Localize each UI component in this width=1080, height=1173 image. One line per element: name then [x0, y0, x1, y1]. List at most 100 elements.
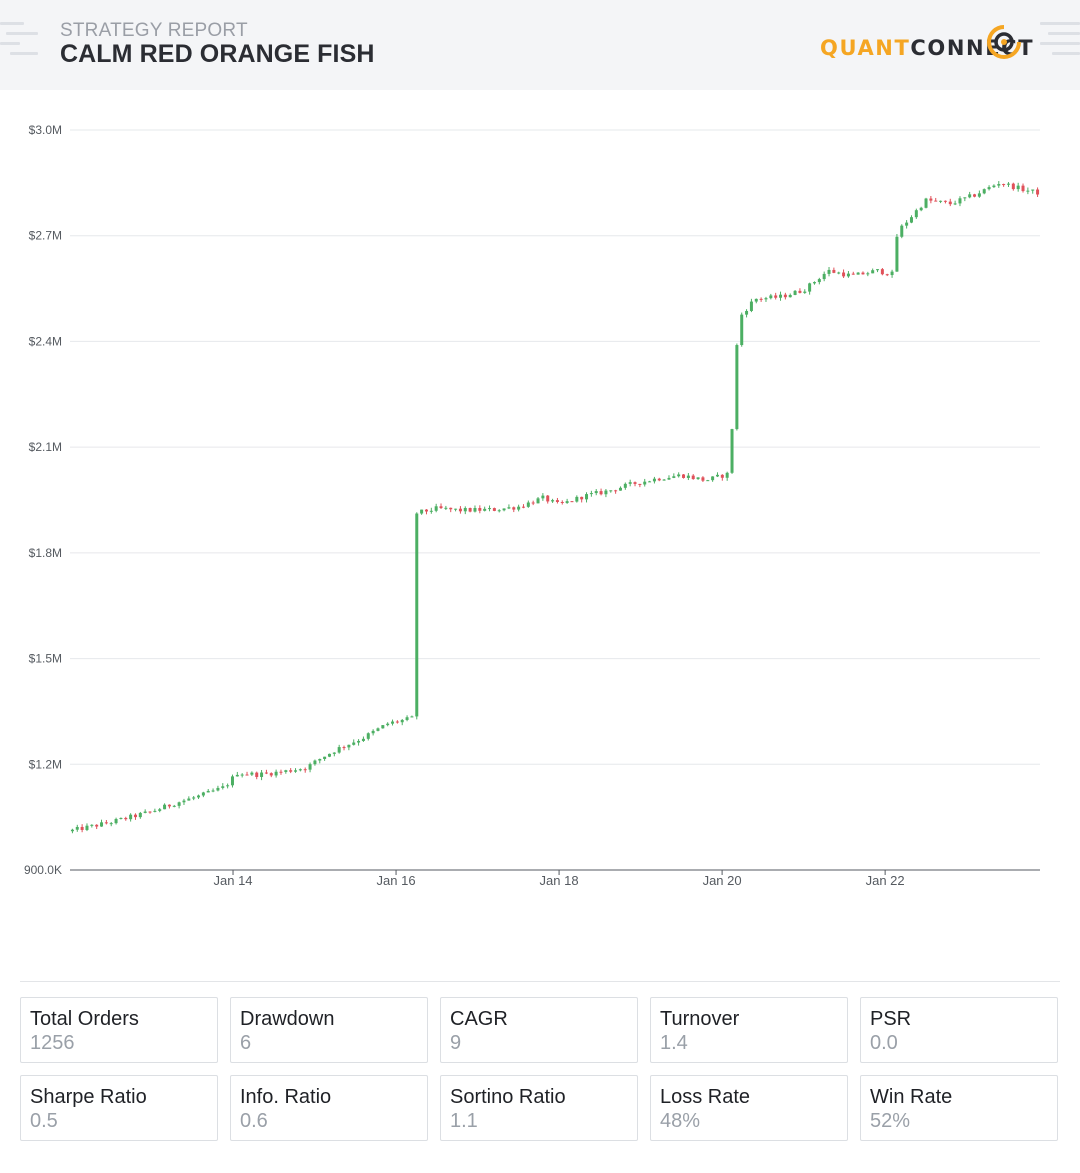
- candle-body: [832, 269, 836, 273]
- candle: [129, 813, 133, 822]
- candle-body: [662, 479, 666, 481]
- candle: [672, 473, 676, 479]
- candle: [483, 506, 487, 512]
- candle-body: [395, 721, 399, 723]
- candle: [497, 509, 501, 513]
- candle: [774, 292, 778, 300]
- candle-body: [715, 474, 719, 477]
- stat-label: Drawdown: [240, 1008, 335, 1030]
- candle-body: [468, 508, 472, 512]
- candle-body: [541, 495, 545, 499]
- candle: [521, 504, 525, 509]
- candle: [357, 739, 361, 746]
- chart-axes: 900.0K $1.2M $1.5M $1.8M $2.1M $2.4M $2.7M $3.0…: [24, 123, 1040, 888]
- candle-body: [104, 822, 108, 824]
- candle: [342, 745, 346, 751]
- candle-body: [434, 506, 438, 511]
- candle-body: [817, 279, 821, 283]
- candle-body: [235, 774, 239, 777]
- stat-value: 48%: [660, 1110, 701, 1132]
- stat-value: 1.4: [660, 1032, 688, 1054]
- candle: [905, 220, 909, 229]
- candle-body: [740, 314, 744, 346]
- candle-body: [939, 200, 943, 202]
- candle: [638, 483, 642, 488]
- candle-body: [754, 298, 758, 302]
- candle-body: [269, 773, 273, 776]
- candle-body: [997, 184, 1001, 186]
- candle: [745, 309, 749, 318]
- candle-body: [953, 203, 957, 205]
- candle-body: [327, 753, 331, 757]
- stat-label: Total Orders: [30, 1008, 139, 1030]
- stat-value: 1256: [30, 1032, 75, 1054]
- candle: [366, 732, 370, 741]
- candle: [851, 271, 855, 275]
- candle: [754, 298, 758, 304]
- stat-card: Loss Rate 48%: [650, 1075, 848, 1141]
- candle-body: [124, 817, 128, 820]
- candle-body: [109, 823, 113, 825]
- candle-body: [585, 494, 589, 500]
- candle: [555, 497, 559, 504]
- candle-body: [289, 770, 293, 772]
- candle-body: [657, 478, 661, 481]
- stat-label: Info. Ratio: [240, 1086, 332, 1108]
- y-tick-label: $2.4M: [29, 334, 62, 348]
- candle-body: [682, 474, 686, 478]
- candle: [846, 271, 850, 278]
- candle-body: [119, 817, 123, 819]
- candle: [255, 771, 259, 780]
- stat-card: Turnover 1.4: [650, 997, 848, 1063]
- candle: [424, 509, 428, 515]
- candle-body: [711, 476, 715, 481]
- candle: [172, 804, 176, 808]
- candle-body: [449, 507, 453, 510]
- candle: [730, 428, 734, 474]
- candle: [492, 507, 496, 512]
- candle: [85, 823, 89, 832]
- candle-body: [648, 481, 652, 483]
- candle: [958, 196, 962, 207]
- candle: [420, 509, 424, 515]
- candle-body: [560, 502, 564, 504]
- y-tick-label: $2.1M: [29, 440, 62, 454]
- candle: [386, 722, 390, 727]
- candle-body: [492, 508, 496, 511]
- candle-body: [934, 200, 938, 202]
- candle: [817, 277, 821, 285]
- candle: [318, 758, 322, 764]
- stat-label: Turnover: [660, 1008, 740, 1030]
- candle-body: [919, 207, 923, 211]
- candle: [298, 768, 302, 772]
- candle: [832, 267, 836, 274]
- candle-body: [264, 772, 268, 774]
- candle: [444, 505, 448, 511]
- candle-body: [245, 774, 249, 776]
- candle: [769, 293, 773, 300]
- candle-body: [274, 771, 278, 776]
- candle: [526, 500, 530, 508]
- candle-body: [546, 495, 550, 502]
- candle: [657, 477, 661, 482]
- candle: [289, 768, 293, 774]
- candle: [914, 208, 918, 219]
- candle: [429, 507, 433, 514]
- candle: [541, 493, 545, 501]
- candle: [177, 801, 181, 809]
- x-tick-label: Jan 18: [540, 873, 579, 888]
- candle-body: [551, 500, 555, 502]
- stat-card: Total Orders 1256: [20, 997, 218, 1063]
- candle: [715, 472, 719, 478]
- candle: [953, 200, 957, 206]
- candle: [70, 828, 74, 834]
- candle: [197, 794, 201, 799]
- candle-body: [614, 490, 618, 492]
- report-header: STRATEGY REPORT CALM RED ORANGE FISH QUA…: [0, 0, 1080, 90]
- candle-body: [429, 510, 433, 512]
- candle-body: [153, 810, 157, 812]
- candle-body: [400, 719, 404, 723]
- candle: [1016, 182, 1020, 192]
- candle-body: [987, 187, 991, 190]
- candle-body: [895, 236, 899, 272]
